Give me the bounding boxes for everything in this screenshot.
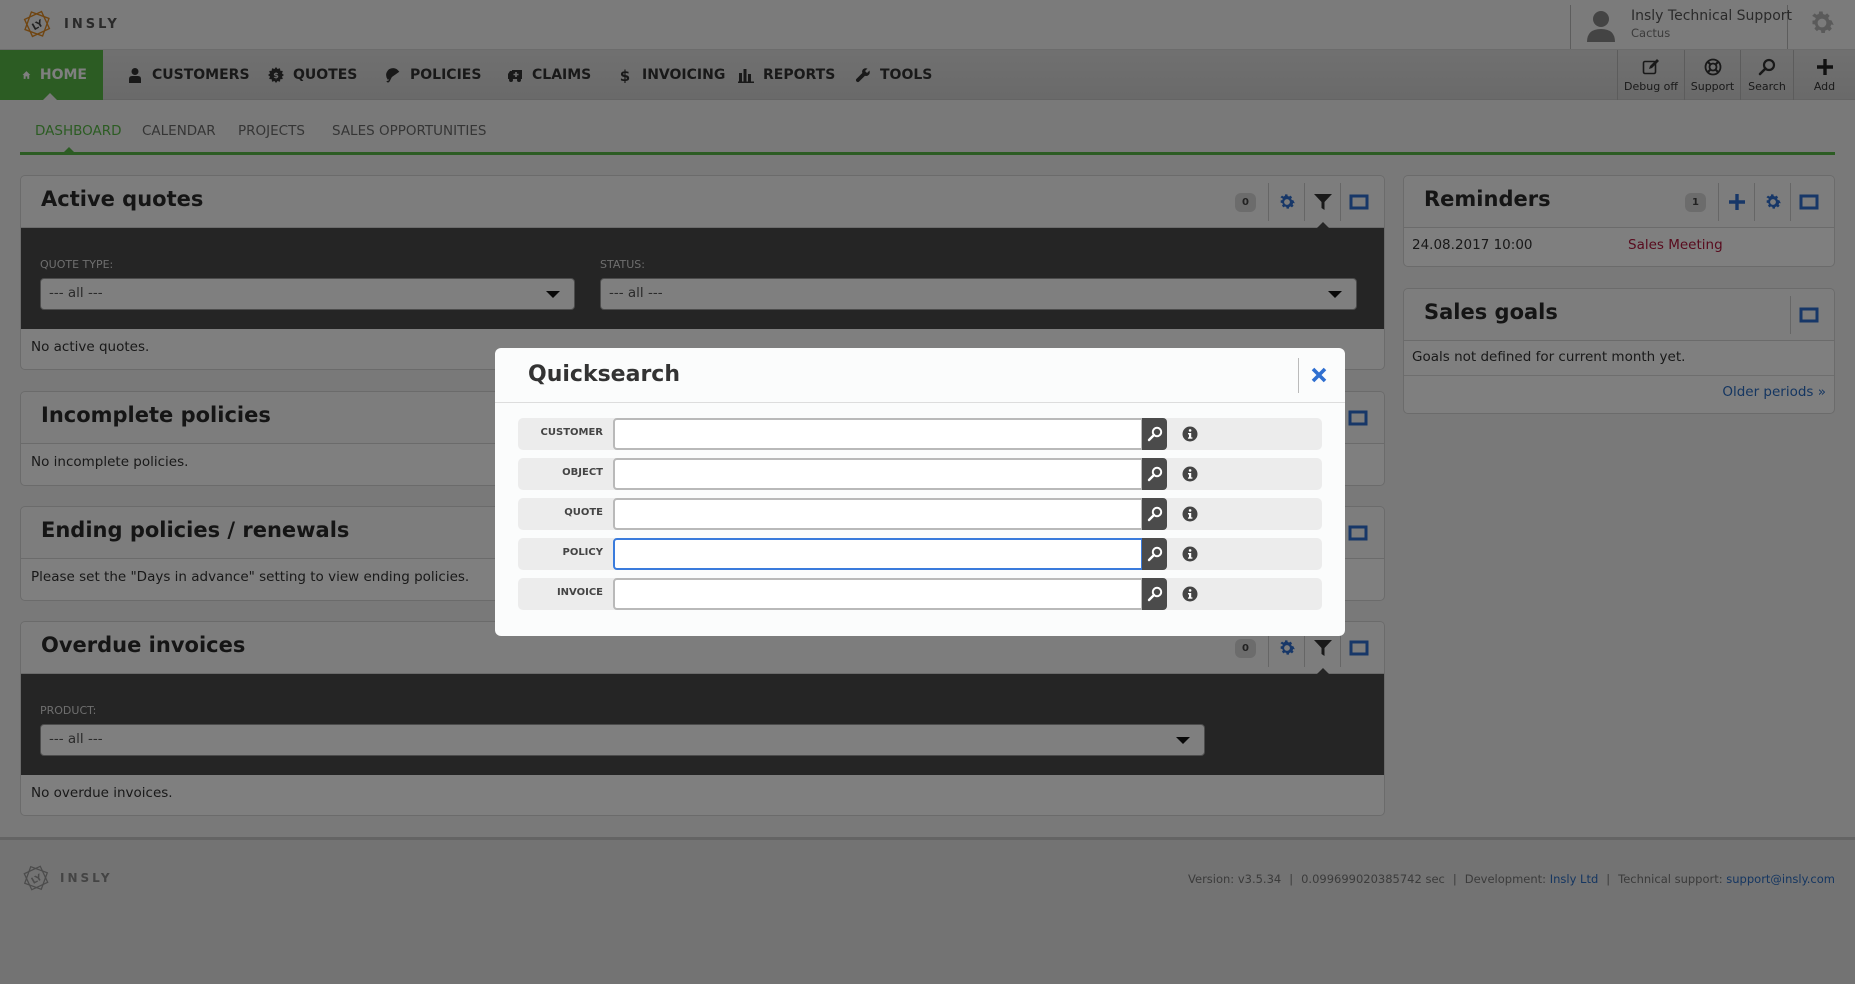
info-icon[interactable] xyxy=(1182,546,1198,562)
invoice-search-button[interactable] xyxy=(1142,578,1167,610)
invoice-label: INVOICE xyxy=(556,587,603,598)
quicksearch-modal: Quicksearch CUSTOMER OBJECT QUOTE POLICY… xyxy=(495,348,1345,636)
quicksearch-row-object: OBJECT xyxy=(518,458,1322,490)
search-icon xyxy=(1147,546,1162,562)
search-icon xyxy=(1147,466,1162,482)
quote-search-input[interactable] xyxy=(613,498,1143,530)
object-label: OBJECT xyxy=(562,467,603,478)
invoice-search-input[interactable] xyxy=(613,578,1143,610)
quicksearch-row-invoice: INVOICE xyxy=(518,578,1322,610)
close-icon xyxy=(1311,367,1327,383)
object-search-input[interactable] xyxy=(613,458,1143,490)
close-button[interactable] xyxy=(1306,362,1332,388)
customer-search-input[interactable] xyxy=(613,418,1143,450)
customer-label: CUSTOMER xyxy=(540,427,603,438)
policy-search-button[interactable] xyxy=(1142,538,1167,570)
header-divider xyxy=(1298,358,1299,393)
quicksearch-title: Quicksearch xyxy=(528,362,680,387)
quote-search-button[interactable] xyxy=(1142,498,1167,530)
info-icon[interactable] xyxy=(1182,586,1198,602)
object-search-button[interactable] xyxy=(1142,458,1167,490)
search-icon xyxy=(1147,586,1162,602)
quicksearch-row-customer: CUSTOMER xyxy=(518,418,1322,450)
info-icon[interactable] xyxy=(1182,426,1198,442)
policy-label: POLICY xyxy=(562,547,603,558)
search-icon xyxy=(1147,506,1162,522)
info-icon[interactable] xyxy=(1182,466,1198,482)
quote-label: QUOTE xyxy=(564,507,603,518)
quicksearch-row-policy: POLICY xyxy=(518,538,1322,570)
info-icon[interactable] xyxy=(1182,506,1198,522)
policy-search-input[interactable] xyxy=(613,538,1143,570)
customer-search-button[interactable] xyxy=(1142,418,1167,450)
search-icon xyxy=(1147,426,1162,442)
quicksearch-row-quote: QUOTE xyxy=(518,498,1322,530)
quicksearch-header: Quicksearch xyxy=(495,348,1345,403)
